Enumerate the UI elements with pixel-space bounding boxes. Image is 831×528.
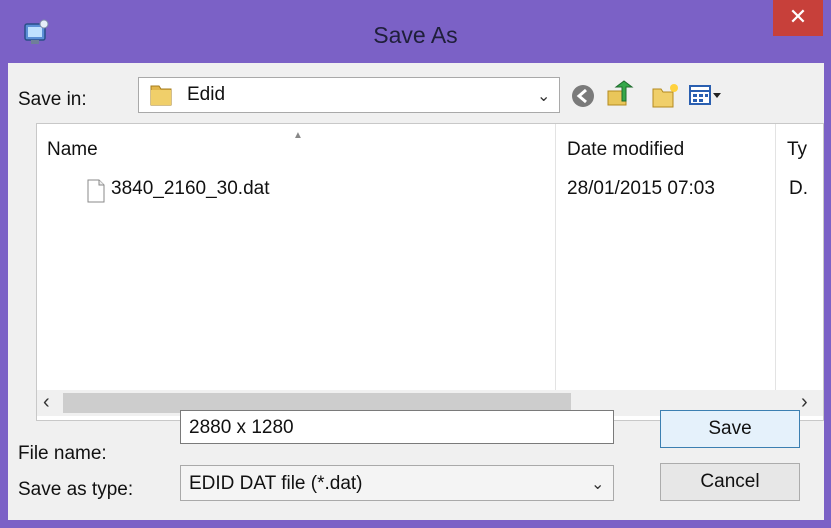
close-button[interactable]: ✕	[773, 0, 823, 36]
file-name-label: File name:	[18, 443, 107, 464]
column-divider	[775, 124, 776, 418]
column-header-type[interactable]: Ty	[787, 139, 807, 161]
back-icon[interactable]	[568, 81, 598, 111]
file-list[interactable]: ▲ Name Date modified Ty 3840_2160_30.dat…	[36, 123, 824, 421]
column-header-name[interactable]: Name	[47, 139, 98, 161]
dialog-title: Save As	[373, 22, 458, 48]
file-name-field[interactable]: 2880 x 1280	[180, 410, 614, 444]
save-button[interactable]: Save	[660, 410, 800, 448]
save-as-type-label: Save as type:	[18, 479, 134, 500]
new-folder-icon[interactable]	[650, 81, 680, 111]
type-cell: D.	[789, 178, 808, 199]
up-folder-icon[interactable]	[604, 79, 634, 109]
close-icon: ✕	[788, 4, 808, 29]
save-as-type-value: EDID DAT file (*.dat)	[189, 473, 363, 494]
sort-ascending-icon: ▲	[293, 130, 303, 141]
chevron-down-icon: ⌄	[591, 476, 605, 493]
column-divider	[555, 124, 556, 418]
save-in-label: Save in:	[18, 89, 87, 110]
dialog-body: Save in: Edid ⌄ ▲ Name Date modified Ty …	[8, 63, 824, 520]
file-icon	[87, 179, 105, 203]
date-modified-cell: 28/01/2015 07:03	[567, 178, 715, 199]
view-menu-icon[interactable]	[688, 81, 724, 111]
cancel-button[interactable]: Cancel	[660, 463, 800, 501]
save-as-dialog: Save As ✕ Save in: Edid ⌄ ▲ Name Date mo…	[0, 0, 831, 528]
save-in-combobox[interactable]: Edid ⌄	[138, 77, 560, 113]
folder-icon	[150, 85, 172, 106]
chevron-down-icon: ⌄	[537, 88, 551, 105]
file-name-cell: 3840_2160_30.dat	[111, 178, 270, 199]
title-bar[interactable]: Save As ✕	[0, 0, 831, 70]
column-header-date-modified[interactable]: Date modified	[567, 139, 684, 161]
save-in-value: Edid	[187, 84, 226, 105]
scroll-right-icon[interactable]: ›	[801, 391, 808, 414]
save-as-type-combobox[interactable]: EDID DAT file (*.dat) ⌄	[180, 465, 614, 501]
scroll-left-icon[interactable]: ‹	[43, 391, 50, 414]
file-name-value: 2880 x 1280	[189, 417, 294, 438]
